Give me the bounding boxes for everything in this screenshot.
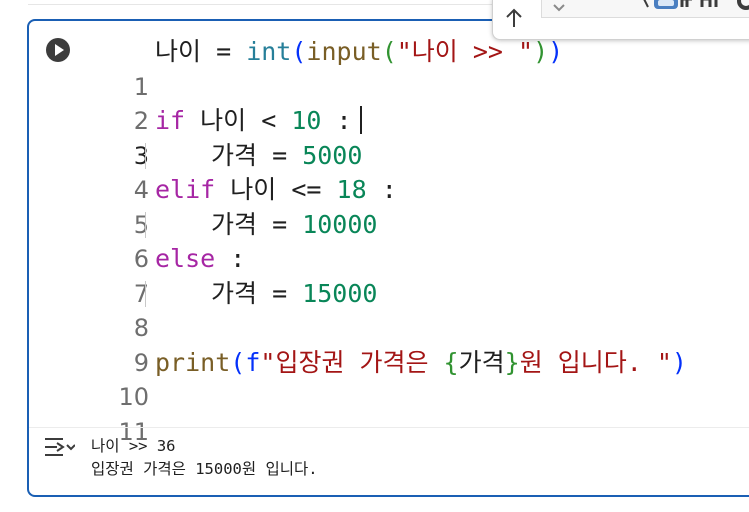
function-token: input: [306, 37, 382, 66]
toolbar-group: [541, 0, 749, 18]
code-line[interactable]: 1 나이 = int(input("나이 >> ")): [117, 35, 749, 101]
paren-token: (: [381, 37, 397, 66]
code-line[interactable]: 4 가격 = 5000: [117, 139, 749, 205]
operator-token: <=: [291, 175, 322, 204]
variable-token: 가격: [211, 140, 258, 170]
text-cursor: [359, 106, 362, 134]
cell-toolbar: [492, 0, 749, 40]
operator-token: =: [272, 278, 288, 308]
run-cell-button[interactable]: [46, 38, 70, 62]
code-text: if 나이 < 10 :: [155, 104, 362, 139]
colon-token: :: [336, 106, 352, 135]
code-text: 가격 = 5000: [155, 139, 362, 174]
code-editor[interactable]: 1 나이 = int(input("나이 >> ")) 2 3 if 나이 < …: [117, 35, 749, 446]
operator-token: =: [272, 209, 288, 239]
output-line: 나이 >> 36: [91, 437, 176, 455]
code-line[interactable]: 8 가격 = 15000: [117, 277, 749, 343]
code-line[interactable]: 2: [117, 70, 749, 135]
chevron-down-icon[interactable]: [552, 3, 566, 13]
code-text: 가격 = 10000: [155, 208, 377, 243]
code-line[interactable]: 3 if 나이 < 10 :: [117, 104, 749, 170]
operator-token: =: [216, 37, 232, 66]
keyword-token: else: [155, 244, 216, 273]
code-line[interactable]: 6 가격 = 10000: [117, 208, 749, 274]
number-token: 5000: [302, 140, 363, 170]
arrow-up-icon[interactable]: [502, 5, 526, 31]
number-token: 10: [291, 106, 322, 135]
indent-guide: [145, 280, 146, 307]
variable-token: 가격: [458, 347, 505, 377]
paren-token: ): [671, 347, 687, 377]
paren-token: ): [533, 37, 549, 66]
cell-output: 나이 >> 36 입장권 가격은 15000원 입니다.: [91, 435, 318, 481]
variable-token: 나이: [200, 106, 247, 135]
notebook-page: 1 나이 = int(input("나이 >> ")) 2 3 if 나이 < …: [0, 0, 749, 512]
operator-token: =: [272, 140, 288, 170]
variable-token: 가격: [211, 209, 258, 239]
output-toggle-icon[interactable]: [43, 435, 75, 461]
number-token: 10000: [302, 209, 378, 239]
code-line[interactable]: 5 elif 나이 <= 18 :: [117, 173, 749, 239]
code-line[interactable]: 10 print(f"입장권 가격은 {가격}원 입니다. "): [117, 346, 749, 412]
code-line[interactable]: 7 else :: [117, 242, 749, 308]
colon-token: :: [381, 175, 397, 204]
output-line: 입장권 가격은 15000원 입니다.: [91, 460, 318, 478]
output-divider: [29, 427, 749, 428]
indent-guide: [145, 142, 146, 169]
colon-token: :: [230, 244, 246, 273]
code-cell[interactable]: 1 나이 = int(input("나이 >> ")) 2 3 if 나이 < …: [27, 19, 749, 497]
number-token: 18: [336, 175, 367, 204]
code-text: else :: [155, 242, 245, 277]
code-line[interactable]: 11: [117, 380, 749, 446]
operator-token: <: [261, 106, 277, 135]
toolbar-actions-icon[interactable]: [598, 0, 749, 15]
brace-token: {: [443, 347, 459, 377]
paren-token: (: [291, 37, 307, 66]
paren-token: ): [548, 37, 564, 66]
keyword-token: if: [155, 106, 186, 135]
code-text: print(f"입장권 가격은 {가격}원 입니다. "): [155, 346, 687, 381]
code-line[interactable]: 9: [117, 311, 749, 377]
paren-token: (: [230, 347, 246, 377]
variable-token: 나이: [230, 175, 277, 204]
indent-guide: [145, 211, 146, 238]
code-text: 나이 = int(input("나이 >> ")): [155, 35, 563, 70]
string-token: "입장권 가격은: [260, 347, 444, 377]
string-token: "나이 >> ": [396, 37, 534, 66]
string-token: 원 입니다. ": [519, 347, 672, 377]
code-text: 가격 = 15000: [155, 277, 377, 312]
keyword-token: elif: [155, 175, 216, 204]
function-token: print: [155, 347, 231, 377]
code-text: elif 나이 <= 18 :: [155, 173, 397, 208]
variable-token: 나이: [155, 37, 202, 66]
number-token: 15000: [302, 278, 378, 308]
play-circle-icon: [55, 44, 64, 56]
brace-token: }: [504, 347, 520, 377]
builtin-token: int: [246, 37, 292, 66]
variable-token: 가격: [211, 278, 258, 308]
string-prefix-token: f: [245, 347, 261, 377]
